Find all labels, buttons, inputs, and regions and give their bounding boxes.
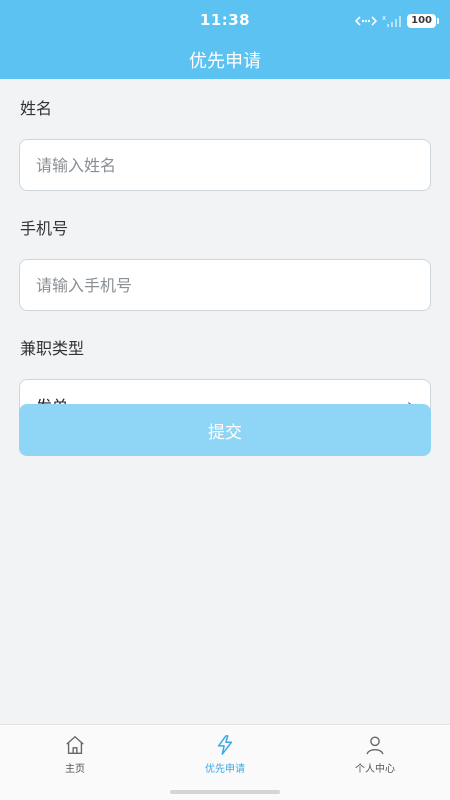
status-icons: x 100 xyxy=(355,12,439,30)
data-transfer-icon xyxy=(355,16,378,26)
battery-icon: 100 xyxy=(407,14,439,28)
home-icon xyxy=(66,735,84,754)
phone-input[interactable] xyxy=(36,275,414,295)
page-title: 优先申请 xyxy=(189,51,261,72)
status-bar: 11:38 x 100 xyxy=(0,0,450,40)
lightning-icon xyxy=(217,735,233,755)
submit-button[interactable]: 提交 xyxy=(19,404,431,456)
bottom-tab-bar: 主页 优先申请 个人中心 xyxy=(0,724,450,800)
name-field[interactable] xyxy=(19,139,431,191)
person-icon xyxy=(366,736,384,755)
tab-label: 主页 xyxy=(65,764,85,775)
job-type-label: 兼职类型 xyxy=(20,339,85,358)
app-header: 11:38 x 100 优先申请 xyxy=(0,0,450,79)
svg-text:x: x xyxy=(382,14,386,22)
tab-priority-apply[interactable]: 优先申请 xyxy=(150,725,300,800)
tab-home[interactable]: 主页 xyxy=(0,725,150,800)
tab-label: 个人中心 xyxy=(355,764,395,775)
name-input[interactable] xyxy=(36,155,414,175)
application-form: 姓名 手机号 兼职类型 发单 › xyxy=(19,79,431,431)
tab-profile[interactable]: 个人中心 xyxy=(300,725,450,800)
phone-label: 手机号 xyxy=(20,219,69,238)
home-indicator xyxy=(170,790,280,794)
name-label: 姓名 xyxy=(20,99,53,118)
phone-field[interactable] xyxy=(19,259,431,311)
signal-icon: x xyxy=(382,14,402,27)
tab-label: 优先申请 xyxy=(205,764,245,775)
